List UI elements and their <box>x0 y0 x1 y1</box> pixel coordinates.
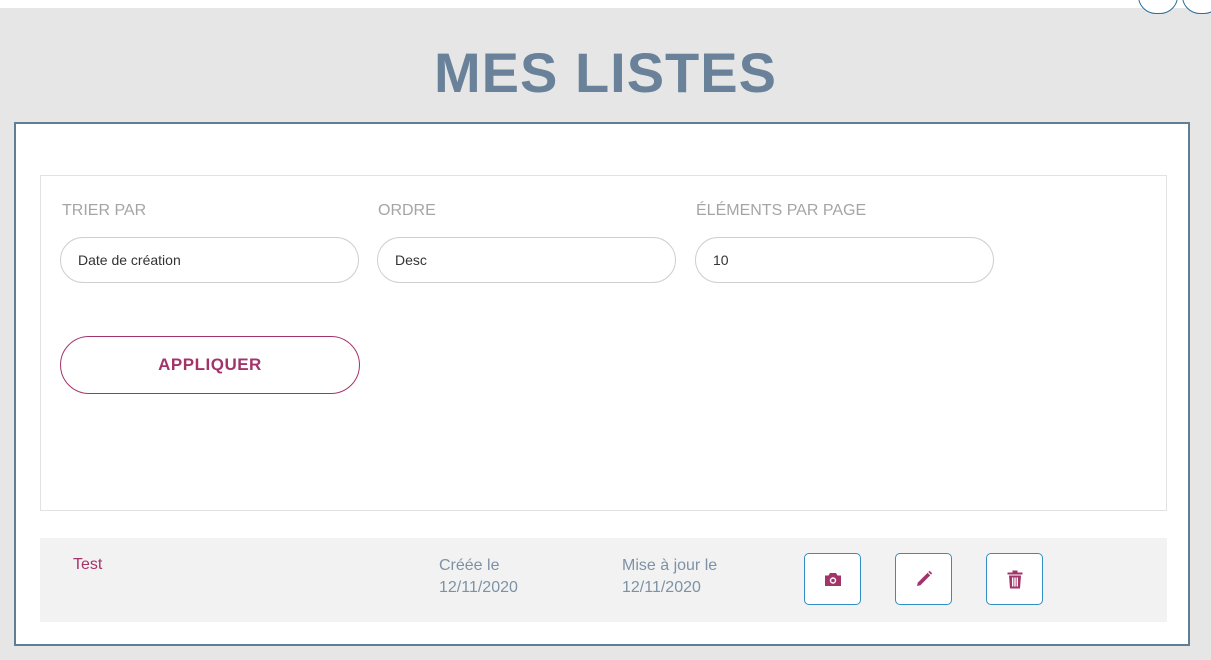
list-name[interactable]: Test <box>73 556 102 574</box>
order-label: ORDRE <box>378 202 436 219</box>
updated-info: Mise à jour le 12/11/2020 <box>622 555 717 599</box>
updated-label: Mise à jour le <box>622 557 718 574</box>
updated-date: 12/11/2020 <box>622 579 701 596</box>
page-title: MES LISTES <box>434 41 777 104</box>
top-bar <box>0 0 1211 8</box>
created-label: Créée le <box>439 557 500 574</box>
edit-button[interactable] <box>895 553 952 605</box>
page: MES LISTES TRIER PAR ORDRE ÉLÉMENTS PAR … <box>0 0 1211 660</box>
top-corner-button[interactable] <box>1182 0 1211 14</box>
order-select[interactable]: Desc <box>377 237 676 283</box>
camera-icon <box>824 572 841 586</box>
list-item: Test Créée le 12/11/2020 Mise à jour le … <box>40 538 1167 622</box>
apply-button[interactable]: APPLIQUER <box>60 336 360 394</box>
lists-panel: TRIER PAR ORDRE ÉLÉMENTS PAR PAGE Date d… <box>14 122 1190 646</box>
per-page-label: ÉLÉMENTS PAR PAGE <box>696 202 867 219</box>
created-date: 12/11/2020 <box>439 579 518 596</box>
pencil-icon <box>916 570 932 586</box>
camera-button[interactable] <box>804 553 861 605</box>
filter-form: TRIER PAR ORDRE ÉLÉMENTS PAR PAGE Date d… <box>40 175 1167 511</box>
trash-icon <box>1007 570 1022 588</box>
top-corner-button[interactable] <box>1138 0 1178 14</box>
sort-by-label: TRIER PAR <box>62 202 147 219</box>
created-info: Créée le 12/11/2020 <box>439 555 518 599</box>
sort-by-select[interactable]: Date de création <box>60 237 359 283</box>
delete-button[interactable] <box>986 553 1043 605</box>
per-page-select[interactable]: 10 <box>695 237 994 283</box>
